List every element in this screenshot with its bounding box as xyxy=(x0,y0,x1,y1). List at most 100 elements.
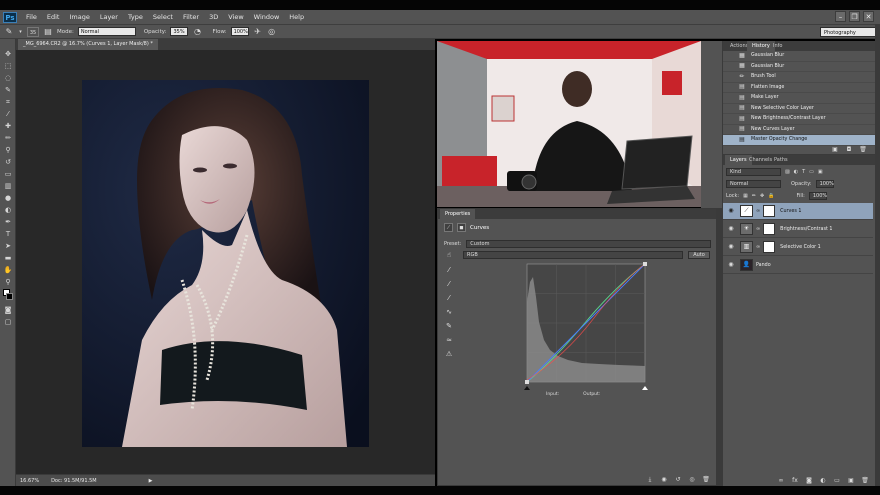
chain-link-icon[interactable]: ∞ xyxy=(756,244,760,250)
reset-icon[interactable]: ↺ xyxy=(674,476,682,484)
delete-layer-icon[interactable]: 🗑 xyxy=(861,477,869,485)
snapshot-icon[interactable]: ◘ xyxy=(845,146,853,154)
history-item[interactable]: ▦ Gaussian Blur xyxy=(723,51,876,62)
new-adjustment-icon[interactable]: ◐ xyxy=(819,477,827,485)
visibility-icon[interactable]: ◎ xyxy=(688,476,696,484)
lock-transparent-icon[interactable]: ▦ xyxy=(743,193,748,199)
layer-row[interactable]: ◉ ▥ ∞ Selective Color 1 xyxy=(723,239,873,256)
auto-button[interactable]: Auto xyxy=(688,250,710,259)
lasso-tool-icon[interactable]: ◌ xyxy=(3,73,13,83)
mode-select[interactable]: Normal xyxy=(77,27,136,36)
clipping-warning-icon[interactable]: ⚠ xyxy=(444,349,454,359)
history-item[interactable]: ▦ Gaussian Blur xyxy=(723,62,876,72)
tab-properties[interactable]: Properties xyxy=(440,209,476,219)
eyedropper-tool-icon[interactable]: ⁄ xyxy=(3,109,13,119)
curves-adjustment-icon[interactable]: ⟋ xyxy=(444,223,453,232)
layer-style-icon[interactable]: fx xyxy=(791,477,799,485)
pencil-tool-icon[interactable]: ✎ xyxy=(444,321,454,331)
move-tool-icon[interactable]: ✥ xyxy=(3,49,13,59)
new-layer-icon[interactable]: ▣ xyxy=(847,477,855,485)
marquee-tool-icon[interactable]: ⬚ xyxy=(3,61,13,71)
history-item[interactable]: ▤ Flatten Image xyxy=(723,83,876,93)
menu-edit[interactable]: Edit xyxy=(42,10,65,24)
restore-icon[interactable]: ❐ xyxy=(849,11,860,22)
black-point-eyedropper-icon[interactable]: ⁄ xyxy=(444,265,454,275)
layer-mask-thumbnail[interactable] xyxy=(763,223,776,235)
tab-paths[interactable]: Paths xyxy=(769,155,793,165)
link-layers-icon[interactable]: ∞ xyxy=(777,477,785,485)
shape-tool-icon[interactable]: ▬ xyxy=(3,253,13,263)
layer-opacity-field[interactable]: 100% xyxy=(815,179,834,188)
layer-row[interactable]: ◉ ⟋ ∞ Curves 1 xyxy=(723,203,873,220)
history-item[interactable]: ▤ New Brightness/Contrast Layer xyxy=(723,114,876,125)
brush-tool-icon[interactable]: ✏ xyxy=(3,133,13,143)
quick-select-tool-icon[interactable]: ✎ xyxy=(3,85,13,95)
menu-help[interactable]: Help xyxy=(284,10,309,24)
layer-fill-field[interactable]: 100% xyxy=(808,191,827,200)
gray-point-eyedropper-icon[interactable]: ⁄ xyxy=(444,279,454,289)
channel-select[interactable]: RGB xyxy=(463,250,683,259)
crop-tool-icon[interactable]: ⌗ xyxy=(3,97,13,107)
history-brush-tool-icon[interactable]: ↺ xyxy=(3,157,13,167)
chevron-down-icon[interactable]: ▾ xyxy=(18,27,23,37)
zoom-tool-icon[interactable]: ⚲ xyxy=(3,277,13,287)
path-select-tool-icon[interactable]: ➤ xyxy=(3,241,13,251)
screen-mode-icon[interactable]: ▢ xyxy=(3,317,13,327)
zoom-level[interactable]: 16.67% xyxy=(20,478,39,484)
delete-icon[interactable]: 🗑 xyxy=(702,476,710,484)
blur-tool-icon[interactable]: ● xyxy=(3,193,13,203)
filter-adjust-icon[interactable]: ◐ xyxy=(794,169,798,175)
menu-select[interactable]: Select xyxy=(148,10,178,24)
view-previous-icon[interactable]: ◉ xyxy=(660,476,668,484)
airbrush-icon[interactable]: ✈ xyxy=(253,27,263,37)
lock-position-icon[interactable]: ✥ xyxy=(760,193,764,199)
eye-icon[interactable]: ◉ xyxy=(726,242,736,252)
layer-mask-thumbnail[interactable] xyxy=(763,205,776,217)
menu-3d[interactable]: 3D xyxy=(204,10,223,24)
pressure-size-icon[interactable]: ◎ xyxy=(267,27,277,37)
healing-tool-icon[interactable]: ✚ xyxy=(3,121,13,131)
layer-row[interactable]: ◉ 👤 Pando xyxy=(723,257,873,274)
curves-graph[interactable] xyxy=(524,262,650,392)
pressure-opacity-icon[interactable]: ◔ xyxy=(192,27,202,37)
history-item[interactable]: ▤ New Curves Layer xyxy=(723,125,876,135)
lock-all-icon[interactable]: 🔒 xyxy=(768,193,774,199)
new-document-from-state-icon[interactable]: ▣ xyxy=(831,146,839,154)
clip-to-layer-icon[interactable]: ⤓ xyxy=(646,476,654,484)
menu-window[interactable]: Window xyxy=(249,10,285,24)
filter-pixel-icon[interactable]: ▨ xyxy=(785,169,790,175)
layer-kind-filter[interactable]: Kind xyxy=(726,167,781,176)
pen-tool-icon[interactable]: ✒ xyxy=(3,217,13,227)
eye-icon[interactable]: ◉ xyxy=(726,206,736,216)
mask-icon[interactable]: ◼ xyxy=(457,223,466,232)
menu-file[interactable]: File xyxy=(21,10,42,24)
history-item-active[interactable]: ▤ Master Opacity Change xyxy=(723,135,876,146)
eye-icon[interactable]: ◉ xyxy=(726,260,736,270)
menu-filter[interactable]: Filter xyxy=(178,10,204,24)
chain-link-icon[interactable]: ∞ xyxy=(756,226,760,232)
menu-layer[interactable]: Layer xyxy=(95,10,123,24)
status-menu-arrow-icon[interactable]: ▶ xyxy=(149,478,153,484)
color-swatches[interactable] xyxy=(3,289,13,303)
history-item[interactable]: ▤ Make Layer xyxy=(723,93,876,104)
menu-image[interactable]: Image xyxy=(64,10,94,24)
flow-field[interactable]: 100% xyxy=(230,27,249,36)
gradient-tool-icon[interactable]: ▥ xyxy=(3,181,13,191)
blend-mode-select[interactable]: Normal xyxy=(726,179,781,188)
filter-shape-icon[interactable]: ▭ xyxy=(809,169,814,175)
type-tool-icon[interactable]: T xyxy=(3,229,13,239)
add-mask-icon[interactable]: ◙ xyxy=(805,477,813,485)
preset-select[interactable]: Custom xyxy=(466,239,712,248)
brush-panel-icon[interactable]: ▤ xyxy=(43,27,53,37)
filter-smart-icon[interactable]: ▣ xyxy=(818,169,823,175)
curve-point-tool-icon[interactable]: ∿ xyxy=(444,307,454,317)
layer-mask-thumbnail[interactable] xyxy=(763,241,776,253)
document-tab[interactable]: _MG_6964.CR2 @ 16.7% (Curves 1, Layer Ma… xyxy=(18,39,158,50)
brush-tool-icon[interactable]: ✎ xyxy=(4,27,14,37)
quick-mask-icon[interactable]: ◙ xyxy=(3,305,13,315)
white-point-eyedropper-icon[interactable]: ⁄ xyxy=(444,293,454,303)
layer-row[interactable]: ◉ ☀ ∞ Brightness/Contrast 1 xyxy=(723,221,873,238)
history-item[interactable]: ✏ Brush Tool xyxy=(723,72,876,83)
brush-preset-picker[interactable]: 35 xyxy=(27,26,39,37)
opacity-field[interactable]: 35% xyxy=(170,27,189,36)
